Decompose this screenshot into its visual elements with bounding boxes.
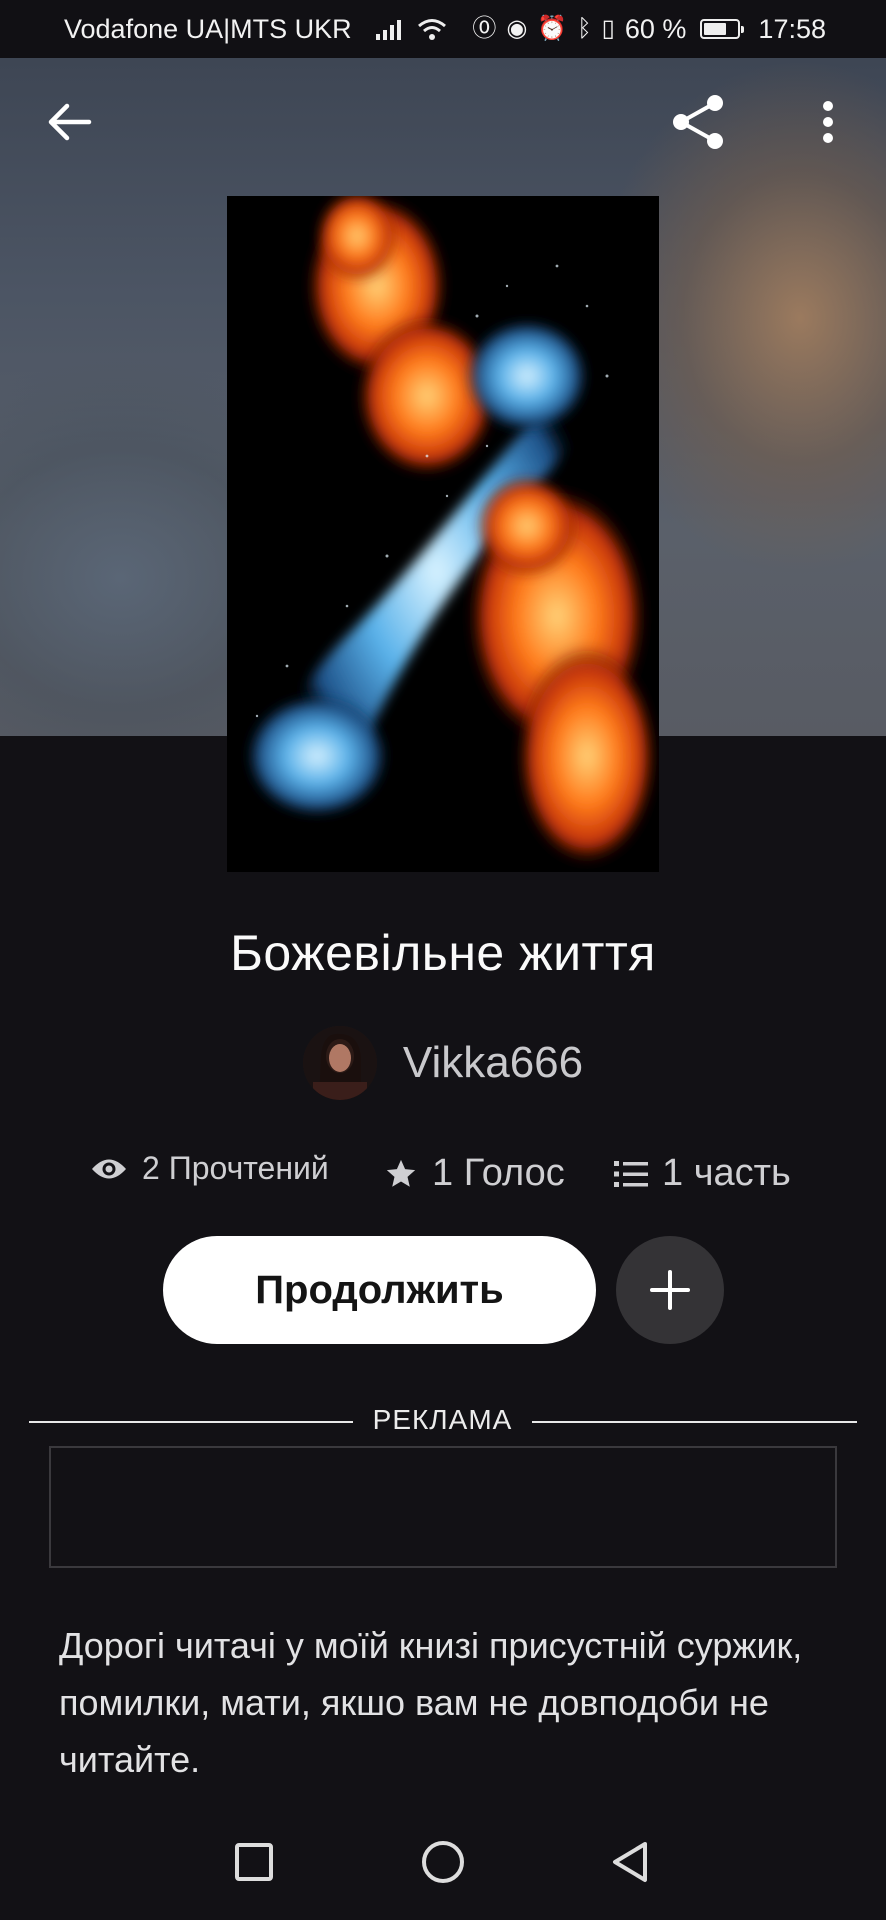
avatar-image (302, 1026, 377, 1100)
battery-percent: 60 % (624, 13, 687, 44)
triangle-back-icon (613, 1842, 647, 1882)
author-name[interactable]: Vikka666 (403, 1038, 583, 1088)
cover-art (227, 196, 659, 872)
story-stats: 2 Прочтений 1 Голос 1 часть (0, 1150, 886, 1200)
reads-stat: 2 Прочтений (90, 1150, 329, 1187)
ad-divider: РЕКЛАМА (29, 1404, 857, 1440)
eye-icon (92, 1159, 126, 1178)
reads-count: 2 Прочтений (142, 1150, 329, 1186)
system-nav-bar (0, 1808, 886, 1920)
status-left: Vodafone UA|MTS UKR (64, 14, 447, 45)
add-to-library-button[interactable] (616, 1236, 724, 1344)
back-button[interactable] (40, 92, 100, 152)
story-title: Божевільне життя (230, 925, 656, 981)
divider-line-right (532, 1421, 857, 1423)
status-bar: Vodafone UA|MTS UKR ⓪ ◉ ⏰ ᛒ ▯ 60 % 17:58 (0, 0, 886, 58)
book-cover[interactable] (227, 196, 659, 872)
more-button[interactable] (798, 92, 858, 152)
wifi-icon (417, 19, 446, 40)
share-icon (673, 95, 723, 149)
nfc-icon: ⓪ (472, 15, 497, 42)
clock: 17:58 (758, 13, 826, 44)
story-description: Дорогі читачі у моїй книзі присустній су… (59, 1625, 803, 1780)
votes-count: 1 Голос (432, 1152, 565, 1194)
arrow-left-icon (48, 103, 92, 141)
back-nav-button[interactable] (600, 1832, 660, 1892)
list-icon (614, 1160, 648, 1187)
signal-icon (375, 18, 401, 40)
alarm-icon: ⏰ (537, 15, 568, 42)
parts-stat: 1 часть (614, 1152, 791, 1195)
vibrate-icon: ▯ (601, 15, 615, 42)
star-icon (386, 1159, 416, 1187)
bluetooth-icon: ᛒ (577, 15, 592, 42)
carrier-name: Vodafone UA|MTS UKR (64, 13, 352, 44)
eye-comfort-icon: ◉ (506, 15, 528, 42)
author-row[interactable]: Vikka666 (0, 1026, 886, 1100)
status-right: ⓪ ◉ ⏰ ᛒ ▯ 60 % 17:58 (472, 14, 826, 45)
continue-reading-button[interactable]: Продолжить (163, 1236, 596, 1344)
recent-apps-button[interactable] (224, 1832, 284, 1892)
share-button[interactable] (668, 92, 728, 152)
ad-label: РЕКЛАМА (372, 1404, 513, 1435)
battery-icon (700, 19, 745, 39)
votes-stat: 1 Голос (384, 1152, 565, 1195)
author-avatar[interactable] (302, 1026, 377, 1100)
home-button[interactable] (413, 1832, 473, 1892)
more-vertical-icon (823, 101, 833, 143)
ad-slot[interactable] (49, 1446, 837, 1568)
plus-icon (650, 1270, 690, 1310)
circle-icon (422, 1841, 464, 1883)
divider-line-left (29, 1421, 353, 1423)
parts-count: 1 часть (662, 1152, 791, 1194)
square-icon (235, 1843, 273, 1881)
